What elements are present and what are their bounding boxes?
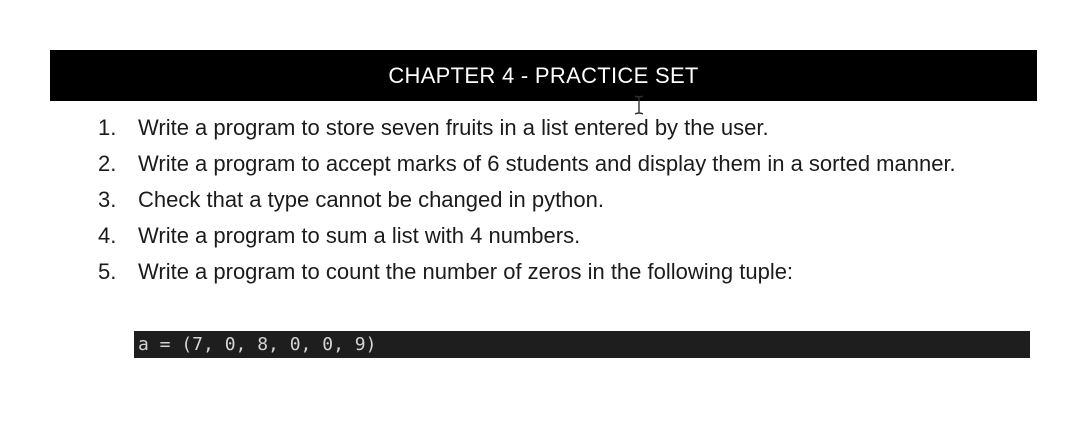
code-block: a = (7, 0, 8, 0, 0, 9) bbox=[134, 331, 1030, 358]
item-number: 1. bbox=[98, 115, 117, 140]
item-number: 5. bbox=[98, 259, 117, 284]
list-item: 2. Write a program to accept marks of 6 … bbox=[98, 146, 1018, 182]
item-number: 3. bbox=[98, 187, 117, 212]
item-text: Write a program to count the number of z… bbox=[138, 259, 794, 284]
chapter-title: CHAPTER 4 - PRACTICE SET bbox=[388, 62, 699, 88]
item-number: 2. bbox=[98, 151, 117, 176]
item-number: 4. bbox=[98, 223, 117, 248]
item-text: Write a program to sum a list with 4 num… bbox=[138, 223, 581, 248]
item-text: Check that a type cannot be changed in p… bbox=[138, 187, 604, 212]
item-text: Write a program to accept marks of 6 stu… bbox=[138, 151, 956, 176]
list-item: 4. Write a program to sum a list with 4 … bbox=[98, 218, 1018, 254]
list-item: 3. Check that a type cannot be changed i… bbox=[98, 182, 1018, 218]
list-item: 5. Write a program to count the number o… bbox=[98, 254, 1018, 290]
chapter-header-bar: CHAPTER 4 - PRACTICE SET bbox=[50, 50, 1037, 101]
code-line: a = (7, 0, 8, 0, 0, 9) bbox=[138, 334, 377, 355]
item-text: Write a program to store seven fruits in… bbox=[138, 115, 769, 140]
practice-set-list: 1. Write a program to store seven fruits… bbox=[98, 110, 1018, 290]
list-item: 1. Write a program to store seven fruits… bbox=[98, 110, 1018, 146]
